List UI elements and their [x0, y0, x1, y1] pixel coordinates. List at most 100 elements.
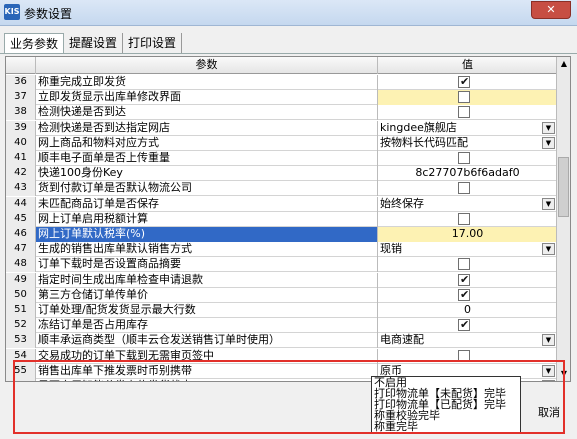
dropdown-value: kingdee旗舰店: [380, 120, 457, 134]
table-row[interactable]: 37 立即发货显示出库单修改界面: [6, 90, 557, 106]
param-value[interactable]: [378, 349, 557, 364]
param-value[interactable]: 0: [378, 303, 557, 318]
chevron-down-icon[interactable]: ▼: [542, 121, 555, 134]
param-name: 未匹配商品订单是否保存: [36, 196, 378, 212]
dropdown-value: 原币: [380, 363, 402, 377]
table-row[interactable]: 49 指定时间生成出库单检查申请退款: [6, 272, 557, 288]
dropdown-value: 按物料长代码匹配: [380, 135, 468, 149]
table-row[interactable]: 45 网上订单启用税额计算: [6, 211, 557, 227]
row-number: 41: [6, 151, 36, 166]
parameter-grid: 参数 值 36称重完成立即发货37立即发货显示出库单修改界面38检测快递是否到达…: [5, 56, 571, 382]
row-number: 51: [6, 303, 36, 318]
param-value[interactable]: 按物料长代码匹配 ▼: [378, 136, 557, 151]
param-value[interactable]: 始终保存 ▼: [378, 197, 557, 212]
table-row[interactable]: 51 订单处理/配货发货显示最大行数 0: [6, 303, 557, 318]
table-row[interactable]: 54 交易成功的订单下载到无需审页签中: [6, 348, 557, 364]
param-value[interactable]: [378, 105, 557, 120]
table-row[interactable]: 48 订单下载时是否设置商品摘要: [6, 257, 557, 273]
checkbox[interactable]: [458, 152, 470, 164]
table-row[interactable]: 43 货到付款订单是否默认物流公司: [6, 181, 557, 197]
table-row[interactable]: 52 冻结订单是否占用库存: [6, 318, 557, 334]
tab-business-params[interactable]: 业务参数: [4, 33, 65, 53]
param-value[interactable]: [378, 75, 557, 90]
scroll-up-icon[interactable]: ▲: [557, 57, 570, 71]
param-value[interactable]: [378, 318, 557, 333]
table-row[interactable]: 42 快递100身份Key 8c27707b6f6adaf0: [6, 166, 557, 182]
param-value[interactable]: 电商速配 ▼: [378, 333, 557, 348]
row-number: 48: [6, 257, 36, 273]
checkbox[interactable]: [458, 75, 470, 89]
param-name: 检测快递是否到达: [36, 105, 378, 121]
dropdown-value: 电商速配: [380, 333, 424, 347]
tab-reminder-settings[interactable]: 提醒设置: [64, 33, 124, 53]
settings-window: KIS 参数设置 ✕ 业务参数 提醒设置 打印设置 参数 值 36 称重完成立即发…: [0, 0, 577, 439]
param-name: 订单处理/配货发货显示最大行数: [36, 303, 378, 318]
param-name: 检测快递是否到达指定网店: [36, 120, 378, 136]
chevron-down-icon[interactable]: ▼: [542, 136, 555, 149]
chevron-down-icon[interactable]: ▼: [542, 243, 555, 256]
checkbox[interactable]: [458, 288, 470, 302]
param-value[interactable]: kingdee旗舰店 ▼: [378, 121, 557, 136]
table-row[interactable]: 46 网上订单默认税率(%) 17.00: [6, 227, 557, 242]
param-name: 网上订单启用税额计算: [36, 211, 378, 227]
row-number: 37: [6, 90, 36, 106]
table-row[interactable]: 44 未匹配商品订单是否保存 始终保存 ▼: [6, 196, 557, 212]
checkbox[interactable]: [458, 106, 470, 119]
table-row[interactable]: 50 第三方仓储订单传单价: [6, 287, 557, 303]
param-name: 冻结订单是否占用库存: [36, 318, 378, 334]
header-value: 值: [462, 58, 473, 71]
checkbox[interactable]: [458, 273, 470, 287]
checkbox[interactable]: [458, 349, 470, 362]
chevron-down-icon[interactable]: ▼: [542, 197, 555, 210]
table-row[interactable]: 41 顺丰电子面单是否上传重量: [6, 151, 557, 166]
vertical-scrollbar[interactable]: ▲ ▼: [556, 57, 570, 381]
dropdown-option[interactable]: 称重完毕: [372, 421, 520, 432]
row-number: 50: [6, 287, 36, 303]
row-number: 47: [6, 242, 36, 258]
tab-print-settings[interactable]: 打印设置: [123, 33, 183, 53]
row-number: 43: [6, 181, 36, 197]
cancel-button[interactable]: 取消: [538, 402, 574, 424]
param-value[interactable]: [378, 273, 557, 288]
table-row[interactable]: 38 检测快递是否到达: [6, 105, 557, 121]
checkbox[interactable]: [458, 258, 470, 271]
param-value[interactable]: [378, 212, 557, 227]
param-value[interactable]: [378, 288, 557, 303]
param-value[interactable]: [378, 181, 557, 196]
checkbox[interactable]: [458, 318, 470, 332]
row-number: 46: [6, 227, 36, 242]
window-title: 参数设置: [24, 7, 73, 21]
row-number: 42: [6, 166, 36, 182]
param-value[interactable]: 17.00: [378, 227, 557, 242]
row-number: 56: [6, 379, 36, 381]
param-name: 销售出库单下推发票时币别携带: [36, 363, 378, 379]
header-param: 参数: [36, 57, 378, 74]
checkbox[interactable]: [458, 91, 470, 104]
chevron-down-icon[interactable]: ▼: [542, 364, 555, 377]
param-value[interactable]: 8c27707b6f6adaf0: [378, 166, 557, 181]
param-name: 快递100身份Key: [36, 166, 378, 182]
param-value[interactable]: [378, 90, 557, 106]
param-value[interactable]: 现销 ▼: [378, 242, 557, 257]
chevron-down-icon[interactable]: ▼: [542, 334, 555, 347]
app-logo-icon: KIS: [4, 4, 20, 20]
param-name: 顺丰承运商类型（顺丰云仓发送销售订单时使用）: [36, 333, 378, 349]
table-row[interactable]: 40 网上商品和物料对应方式 按物料长代码匹配 ▼: [6, 135, 557, 151]
param-name: 称重完成立即发货: [36, 75, 378, 90]
status-dropdown-list[interactable]: 不启用 打印物流单【未配货】完毕 打印物流单【已配货】完毕 称重校验完毕 称重完毕: [371, 376, 521, 434]
param-value[interactable]: [378, 257, 557, 272]
row-number: 39: [6, 120, 36, 136]
close-button[interactable]: ✕: [531, 1, 571, 19]
scroll-thumb[interactable]: [558, 157, 569, 217]
checkbox[interactable]: [458, 182, 470, 195]
param-value[interactable]: [378, 151, 557, 166]
param-name: 顺丰电子面单是否上传重量: [36, 151, 378, 166]
table-row[interactable]: 53 顺丰承运商类型（顺丰云仓发送销售订单时使用） 电商速配 ▼: [6, 333, 557, 349]
table-row[interactable]: 39 检测快递是否到达指定网店 kingdee旗舰店 ▼: [6, 120, 557, 136]
table-row[interactable]: 36 称重完成立即发货: [6, 75, 557, 90]
row-number: 52: [6, 318, 36, 334]
checkbox[interactable]: [458, 212, 470, 225]
chevron-down-icon[interactable]: ▼: [542, 380, 555, 381]
scroll-down-icon[interactable]: ▼: [557, 367, 570, 381]
table-row[interactable]: 47 生成的销售出库单默认销售方式 现销 ▼: [6, 242, 557, 258]
